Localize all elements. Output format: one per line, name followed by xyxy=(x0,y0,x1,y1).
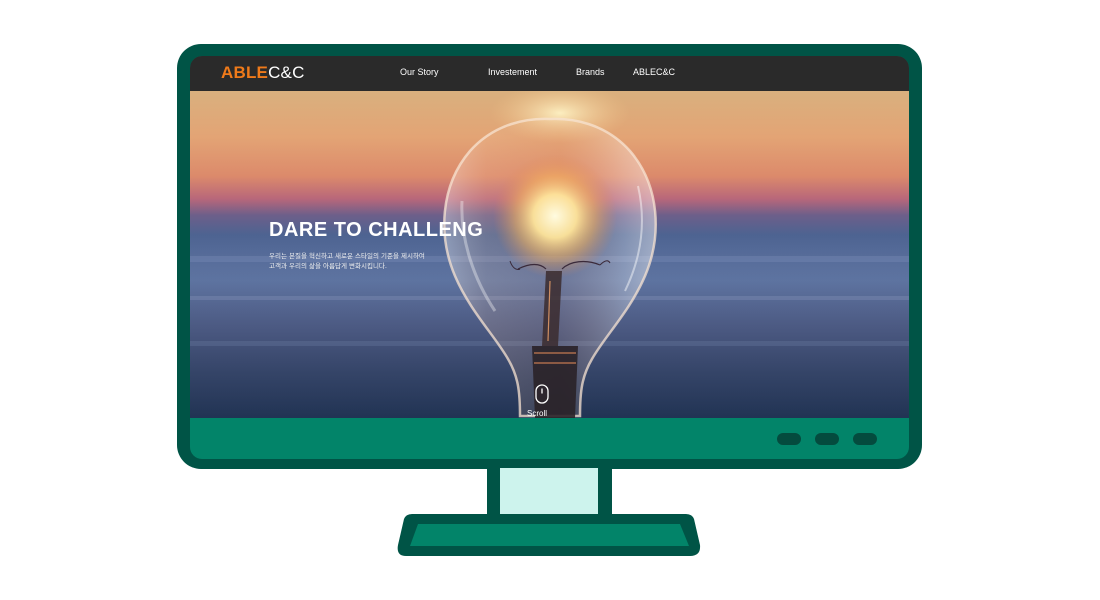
monitor-stand-base xyxy=(397,514,701,556)
